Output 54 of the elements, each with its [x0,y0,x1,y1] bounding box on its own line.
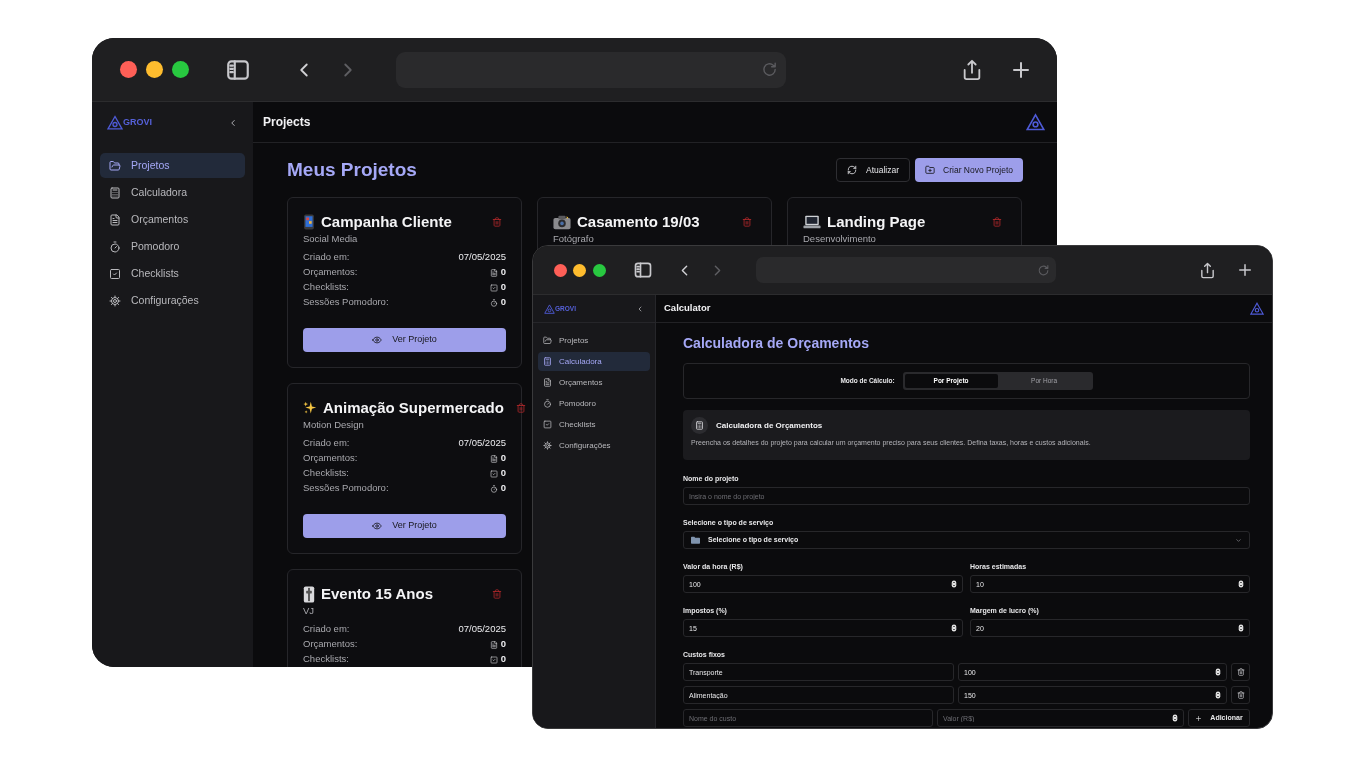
page-title: Meus Projetos [287,157,417,182]
page-header-title: Calculator [664,301,711,316]
view-project-button[interactable]: Ver Projeto [303,514,506,538]
project-category: Motion Design [303,419,365,431]
stat-label: Criado em: [303,250,350,265]
logo-text: GROVI [123,115,152,129]
stat-value: 0 [500,451,506,466]
view-project-button[interactable]: Ver Projeto [303,328,506,352]
stat-value: 07/05/2025 [458,622,506,637]
project-title: Casamento 19/03 [577,211,700,232]
project-title: Landing Page [827,211,926,232]
stat-label: Sessões Pomodoro: [303,481,389,496]
project-category: Social Media [303,233,359,245]
page-title: Calculadora de Orçamentos [683,335,870,352]
nav-item[interactable]: Checklists [538,415,650,434]
stat-label: Checklists: [303,466,349,481]
stat-label: Criado em: [303,436,350,451]
stat-value: 07/05/2025 [458,436,506,451]
create-project-button[interactable]: Criar Novo Projeto [915,158,1023,182]
project-category: Fotógrafo [553,233,595,245]
nav-item[interactable]: Configurações [100,288,245,313]
nav-item[interactable]: Calculadora [538,352,650,371]
nav-item[interactable]: Projetos [100,153,245,178]
stat-label: Sessões Pomodoro: [303,295,389,310]
project-title: Evento 15 Anos [321,583,433,604]
project-category: Desenvolvimento [803,233,877,245]
stat-value: 07/05/2025 [458,250,506,265]
nav-item[interactable]: Orçamentos [538,373,650,392]
nav-item[interactable]: Pomodoro [100,234,245,259]
project-title: Campanha Cliente [321,211,452,232]
stat-value: 0 [500,295,506,310]
stat-value: 0 [500,265,506,280]
stat-label: Orçamentos: [303,637,358,652]
stat-label: Checklists: [303,280,349,295]
nav-item[interactable]: Pomodoro [538,394,650,413]
stat-value: 0 [500,481,506,496]
page-header-title: Projects [263,114,311,131]
nav-item[interactable]: Orçamentos [100,207,245,232]
project-title: Animação Supermercado [323,397,504,418]
stat-label: Orçamentos: [303,265,358,280]
stat-value: 0 [500,466,506,481]
info-title: Calculadora de Orçamentos [716,419,823,432]
stat-label: Checklists: [303,652,349,667]
nav-item[interactable]: Calculadora [100,180,245,205]
stat-value: 0 [500,280,506,295]
stat-value: 0 [500,652,506,667]
refresh-button[interactable]: Atualizar [836,158,911,182]
nav-item[interactable]: Checklists [100,261,245,286]
project-category: VJ [303,605,316,617]
stat-label: Orçamentos: [303,451,358,466]
nav-item[interactable]: Projetos [538,331,650,350]
stat-label: Criado em: [303,622,350,637]
stat-value: 0 [500,637,506,652]
nav-item[interactable]: Configurações [538,436,650,455]
